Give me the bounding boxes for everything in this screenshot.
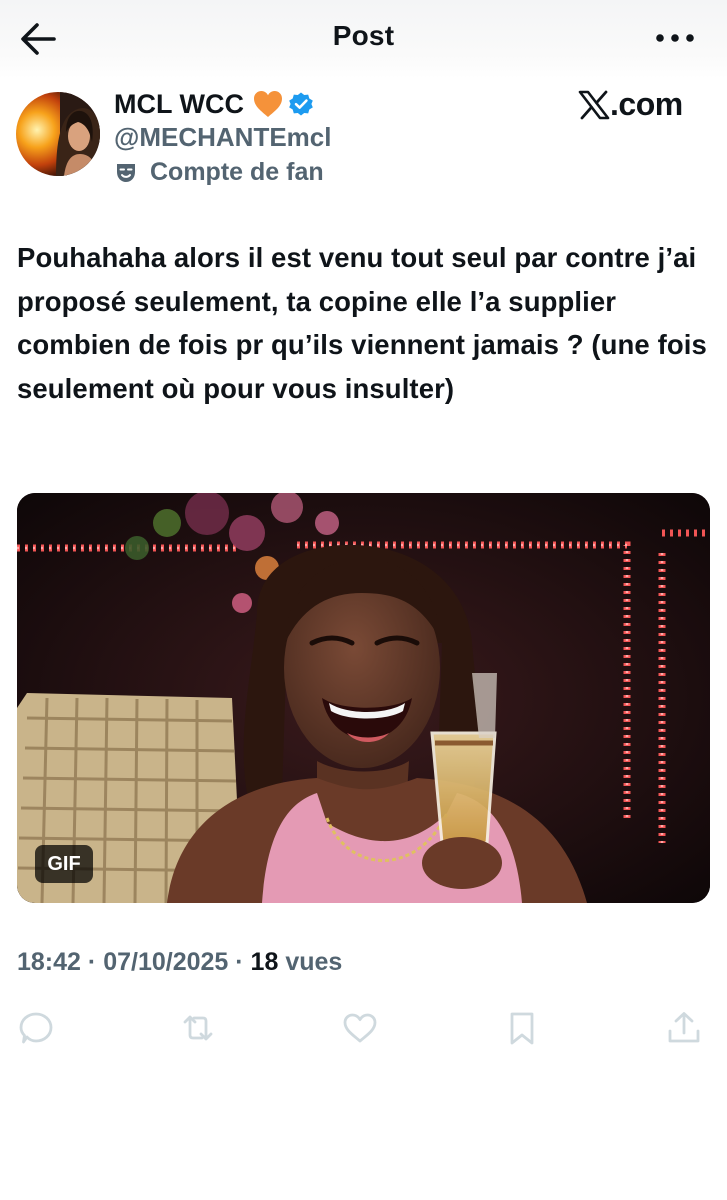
like-button[interactable] bbox=[338, 1006, 382, 1050]
post-text: Pouhahaha alors il est venu tout seul pa… bbox=[17, 242, 707, 404]
page-title: Post bbox=[332, 20, 395, 51]
post-media-gif[interactable]: GIF bbox=[17, 493, 710, 903]
fan-account-label: Compte de fan bbox=[114, 158, 324, 187]
meta-separator: · bbox=[235, 948, 244, 976]
avatar[interactable] bbox=[16, 92, 100, 176]
top-bar: Post bbox=[0, 0, 727, 78]
views-label: vues bbox=[285, 948, 343, 976]
fan-account-text: Compte de fan bbox=[150, 158, 324, 186]
x-com-watermark: .com bbox=[578, 86, 683, 123]
repost-button[interactable] bbox=[176, 1006, 220, 1050]
x-com-text: .com bbox=[610, 86, 683, 122]
post-metadata: 18:42 · 07/10/2025 · 18 vues bbox=[17, 948, 342, 977]
views-count[interactable]: 18 bbox=[251, 948, 279, 976]
reply-icon bbox=[19, 1012, 53, 1044]
post-date[interactable]: 07/10/2025 bbox=[103, 948, 228, 976]
bookmark-icon bbox=[510, 1012, 534, 1045]
verified-badge-icon[interactable] bbox=[288, 91, 314, 117]
author-name-row[interactable]: MCL WCC bbox=[114, 86, 314, 122]
author-handle[interactable]: @MECHANTEmcl bbox=[114, 122, 331, 153]
reply-button[interactable] bbox=[14, 1006, 58, 1050]
share-button[interactable] bbox=[662, 1006, 706, 1050]
meta-separator: · bbox=[87, 948, 97, 976]
orange-heart-icon bbox=[253, 91, 282, 117]
author-display-name[interactable]: MCL WCC bbox=[114, 89, 244, 120]
action-bar bbox=[0, 1006, 727, 1050]
more-horizontal-icon bbox=[656, 34, 694, 42]
repost-icon bbox=[183, 1015, 213, 1041]
bookmark-button[interactable] bbox=[500, 1006, 544, 1050]
like-icon bbox=[343, 1013, 377, 1043]
more-options-button[interactable] bbox=[654, 30, 696, 46]
share-icon bbox=[668, 1012, 700, 1043]
theater-mask-icon bbox=[117, 163, 135, 182]
x-logo-icon bbox=[578, 90, 610, 119]
post-time[interactable]: 18:42 bbox=[17, 948, 81, 976]
gif-badge: GIF bbox=[35, 845, 93, 883]
gif-image bbox=[17, 493, 710, 903]
avatar-image bbox=[16, 92, 100, 176]
